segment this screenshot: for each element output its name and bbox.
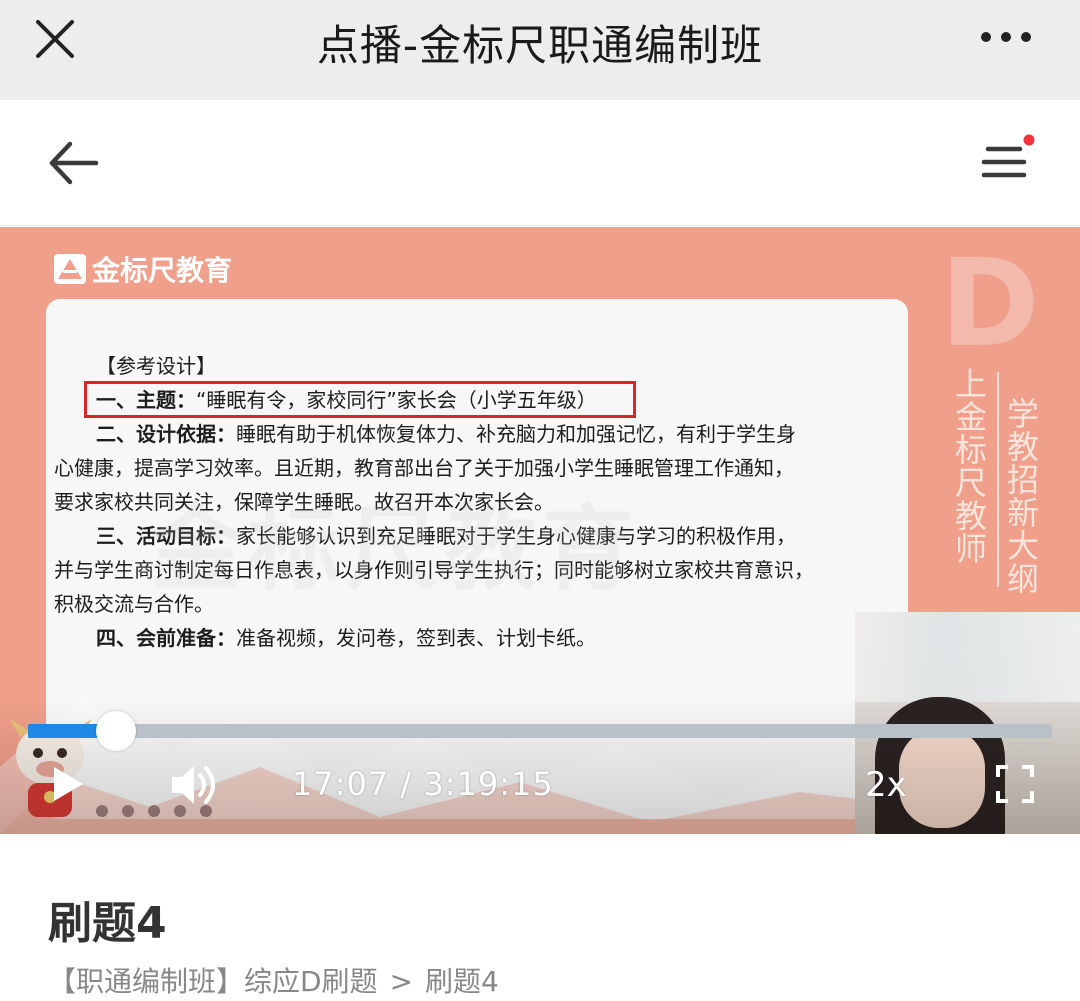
logo-text: 金标尺教育 bbox=[92, 254, 233, 287]
breadcrumb: 【职通编制班】综应D刷题 > 刷题4 bbox=[48, 960, 499, 1000]
side-text-left: 上金标尺教师 bbox=[950, 367, 988, 565]
logo-mark-icon bbox=[54, 254, 86, 284]
progress-bar[interactable] bbox=[28, 711, 1052, 751]
slide-heading: 【参考设计】 bbox=[96, 354, 216, 378]
side-text-right: 学教招新大纲 bbox=[1002, 397, 1040, 595]
notification-dot bbox=[1023, 134, 1035, 146]
slide-line-2: 二、设计依据：睡眠有助于机体恢复体力、补充脑力和加强记忆，有利于学生身 bbox=[96, 422, 796, 446]
side-letter: D bbox=[940, 235, 1040, 374]
playback-time: 17:07 / 3:19:15 bbox=[292, 765, 554, 803]
nav-bar bbox=[0, 100, 1080, 226]
breadcrumb-parent[interactable]: 【职通编制班】综应D刷题 bbox=[48, 965, 378, 998]
slide-line-8: 四、会前准备：准备视频，发问卷，签到表、计划卡纸。 bbox=[96, 626, 596, 650]
highlight-box bbox=[84, 381, 636, 418]
video-player[interactable]: 金标尺教育 D 上金标尺教师 学教招新大纲 【参考设计】 一、主题：“睡眠有令，… bbox=[0, 227, 1080, 834]
progress-knob[interactable] bbox=[96, 711, 136, 751]
camera-background bbox=[855, 612, 1080, 702]
volume-icon[interactable] bbox=[170, 763, 220, 807]
brand-logo: 金标尺教育 bbox=[54, 249, 232, 289]
back-arrow-icon[interactable] bbox=[46, 138, 102, 188]
fullscreen-icon[interactable] bbox=[996, 765, 1034, 803]
breadcrumb-current: 刷题4 bbox=[425, 965, 499, 998]
window-title: 点播-金标尺职通编制班 bbox=[316, 21, 764, 70]
title-bar: 点播-金标尺职通编制班 bbox=[0, 0, 1080, 100]
more-icon[interactable] bbox=[976, 22, 1036, 52]
speed-button[interactable]: 2x bbox=[865, 765, 907, 805]
play-icon[interactable] bbox=[50, 764, 86, 804]
watermark: 金标尺教育 bbox=[150, 496, 641, 603]
menu-icon[interactable] bbox=[978, 132, 1040, 188]
lesson-title: 刷题4 bbox=[48, 898, 167, 949]
breadcrumb-separator: > bbox=[389, 965, 414, 998]
side-divider bbox=[997, 372, 999, 587]
